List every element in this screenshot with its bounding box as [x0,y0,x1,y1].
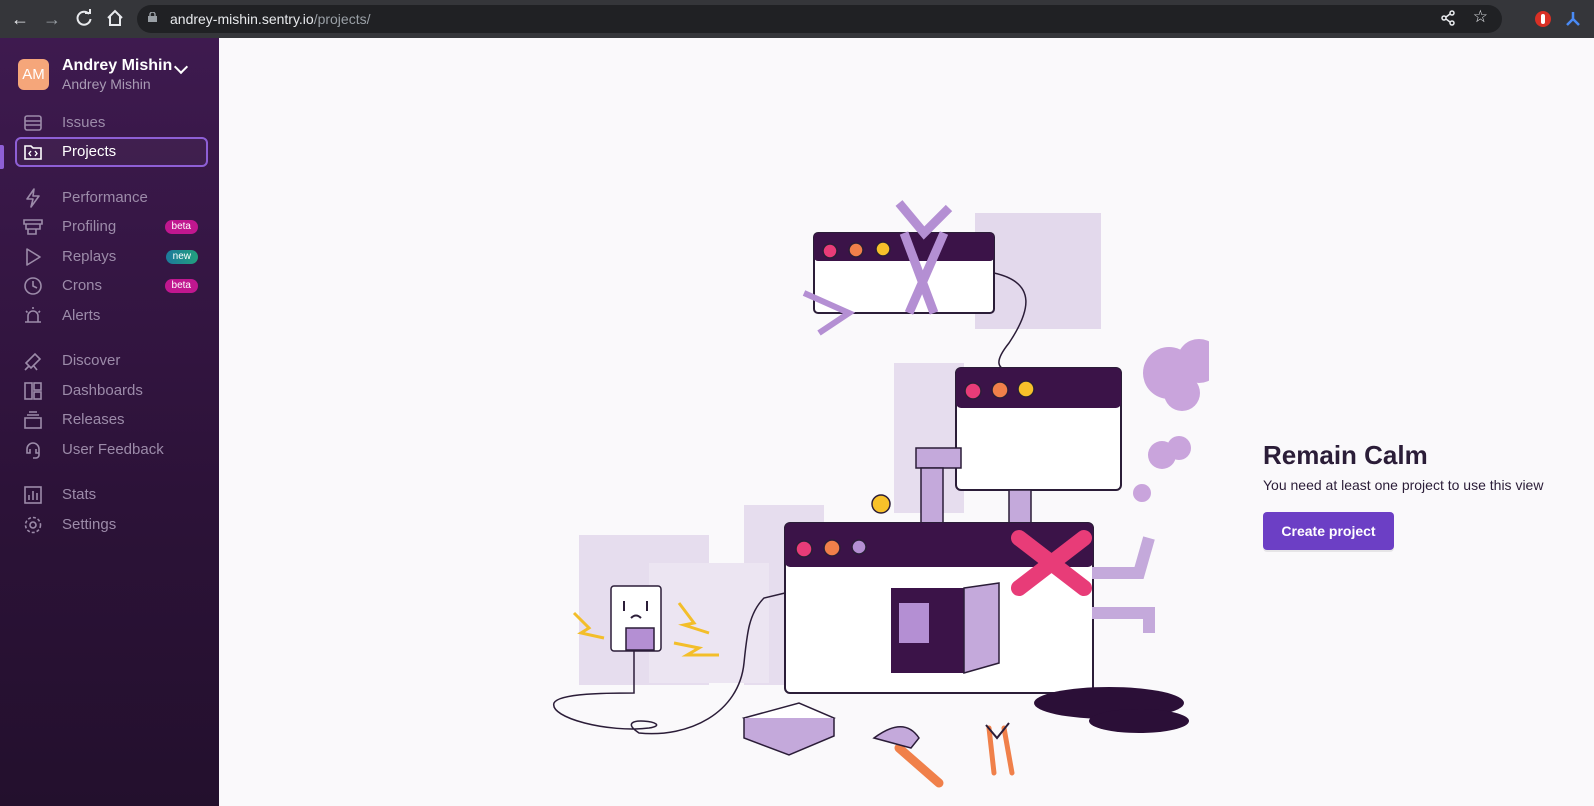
reload-icon[interactable] [74,9,94,29]
empty-state-title: Remain Calm [1263,440,1428,470]
stats-icon [24,486,42,504]
beta-badge: beta [164,279,198,293]
profiling-icon [23,219,43,235]
sidebar-item-crons[interactable]: Crons beta [15,271,208,301]
profile-icon[interactable] [1564,10,1582,33]
sidebar-item-performance[interactable]: Performance [15,183,208,213]
org-avatar[interactable]: AM [18,59,49,90]
issues-icon [24,115,42,131]
org-name[interactable]: Andrey Mishin [62,57,172,75]
url-text: andrey-mishin.sentry.io/projects/ [170,11,371,27]
share-icon[interactable] [1440,10,1456,31]
chevron-down-icon[interactable] [173,59,189,75]
settings-icon [24,516,42,534]
browser-toolbar: ← → andrey-mishin.sentry.io/projects/ ☆ [0,0,1594,38]
active-indicator [0,145,4,169]
projects-icon [24,145,42,160]
sidebar: AM Andrey Mishin Andrey Mishin Issues Pr… [0,38,219,806]
forward-arrow-icon[interactable]: → [42,9,62,29]
releases-icon [24,411,42,429]
extension-icon[interactable] [1534,10,1552,33]
dashboards-icon [24,382,42,400]
sidebar-item-user-feedback[interactable]: User Feedback [15,435,208,465]
sidebar-item-alerts[interactable]: Alerts [15,301,208,331]
lock-icon [148,12,157,22]
empty-state-description: You need at least one project to use thi… [1263,477,1544,493]
alerts-icon [25,307,41,323]
discover-icon [24,352,42,371]
sidebar-item-releases[interactable]: Releases [15,405,208,435]
sidebar-item-stats[interactable]: Stats [15,480,208,510]
back-arrow-icon[interactable]: ← [10,9,30,29]
sidebar-item-profiling[interactable]: Profiling beta [15,212,208,242]
sidebar-item-discover[interactable]: Discover [15,346,208,376]
sidebar-item-issues[interactable]: Issues [15,108,208,138]
sidebar-item-settings[interactable]: Settings [15,510,208,540]
crons-icon [24,277,42,295]
beta-badge: beta [164,220,198,234]
new-badge: new [165,250,198,264]
address-bar[interactable]: andrey-mishin.sentry.io/projects/ ☆ [137,5,1502,33]
create-project-button[interactable]: Create project [1263,512,1394,550]
broken-computer-illustration [553,200,1209,788]
user-name: Andrey Mishin [62,76,151,92]
sidebar-item-dashboards[interactable]: Dashboards [15,376,208,406]
replays-icon [26,248,41,266]
performance-icon [26,188,40,208]
sidebar-item-replays[interactable]: Replays new [15,242,208,272]
bookmark-star-icon[interactable]: ☆ [1473,7,1488,27]
home-icon[interactable] [105,9,125,29]
main-content: Remain Calm You need at least one projec… [219,38,1594,806]
sidebar-item-projects[interactable]: Projects [15,137,208,167]
user-feedback-icon [26,442,40,459]
